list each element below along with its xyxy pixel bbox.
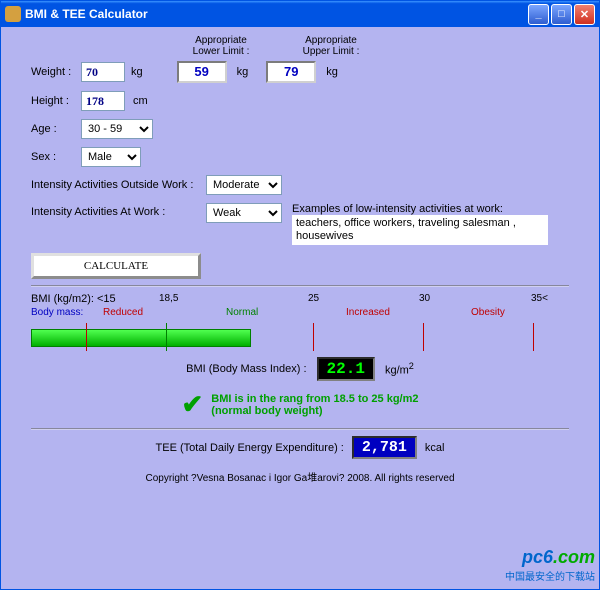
- scale-30: 30: [419, 293, 430, 304]
- bmi-bar-track: [31, 323, 569, 351]
- check-icon: ✔: [181, 389, 203, 420]
- lower-limit-value: 59: [177, 61, 227, 83]
- tee-unit: kcal: [425, 442, 445, 454]
- lower-limit-label: Appropriate Lower Limit :: [181, 35, 261, 57]
- lower-limit-unit: kg: [237, 66, 249, 78]
- outside-activity-label: Intensity Activities Outside Work :: [31, 179, 206, 191]
- height-unit: cm: [133, 95, 148, 107]
- scale-185: 18,5: [159, 293, 178, 304]
- maximize-button[interactable]: □: [551, 4, 572, 25]
- weight-input[interactable]: [81, 62, 125, 82]
- scale-25: 25: [308, 293, 319, 304]
- cat-increased: Increased: [346, 307, 390, 318]
- app-icon: [5, 6, 21, 22]
- height-label: Height :: [31, 95, 81, 107]
- bmi-scale: BMI (kg/m2): <15 18,5 25 30 35< Body mas…: [31, 293, 569, 351]
- cat-obesity: Obesity: [471, 307, 505, 318]
- bmi-status-line1: BMI is in the rang from 18.5 to 25 kg/m2: [211, 393, 418, 405]
- bmi-bar-fill: [31, 329, 251, 347]
- outside-activity-select[interactable]: Moderate: [206, 175, 282, 195]
- divider-2: [31, 428, 569, 430]
- window-title: BMI & TEE Calculator: [25, 7, 148, 21]
- weight-unit: kg: [131, 66, 143, 78]
- tee-label: TEE (Total Daily Energy Expenditure) :: [156, 442, 344, 454]
- tick-185: [166, 323, 167, 351]
- atwork-activity-label: Intensity Activities At Work :: [31, 203, 206, 218]
- calculate-button[interactable]: CALCULATE: [31, 253, 201, 279]
- sex-label: Sex :: [31, 151, 81, 163]
- atwork-activity-select[interactable]: Weak: [206, 203, 282, 223]
- upper-limit-value: 79: [266, 61, 316, 83]
- close-button[interactable]: ✕: [574, 4, 595, 25]
- height-input[interactable]: [81, 91, 125, 111]
- scale-35: 35<: [531, 293, 548, 304]
- watermark: pc6.com 中国最安全的下载站: [505, 547, 595, 583]
- divider: [31, 285, 569, 287]
- examples-label: Examples of low-intensity activities at …: [292, 203, 548, 215]
- weight-label: Weight :: [31, 66, 81, 78]
- minimize-button[interactable]: _: [528, 4, 549, 25]
- cat-normal: Normal: [226, 307, 258, 318]
- bmi-label: BMI (Body Mass Index) :: [186, 363, 306, 375]
- tick-25: [313, 323, 314, 351]
- bmi-unit: kg/m2: [385, 361, 414, 377]
- tick-15: [86, 323, 87, 351]
- age-select[interactable]: 30 - 59: [81, 119, 153, 139]
- cat-reduced: Reduced: [103, 307, 143, 318]
- sex-select[interactable]: Male: [81, 147, 141, 167]
- body-mass-label: Body mass:: [31, 307, 83, 318]
- tick-35: [533, 323, 534, 351]
- age-label: Age :: [31, 123, 81, 135]
- upper-limit-unit: kg: [326, 66, 338, 78]
- tick-30: [423, 323, 424, 351]
- tee-value: 2,781: [352, 436, 417, 459]
- bmi-value: 22.1: [317, 357, 375, 381]
- copyright: Copyright ?Vesna Bosanac i Igor Ga堆arovi…: [31, 469, 569, 484]
- upper-limit-label: Appropriate Upper Limit :: [291, 35, 371, 57]
- titlebar[interactable]: BMI & TEE Calculator _ □ ✕: [1, 1, 599, 27]
- scale-header: BMI (kg/m2): <15: [31, 293, 116, 305]
- bmi-status-line2: (normal body weight): [211, 405, 418, 417]
- examples-text: teachers, office workers, traveling sale…: [292, 215, 548, 245]
- app-window: BMI & TEE Calculator _ □ ✕ Appropriate L…: [0, 0, 600, 590]
